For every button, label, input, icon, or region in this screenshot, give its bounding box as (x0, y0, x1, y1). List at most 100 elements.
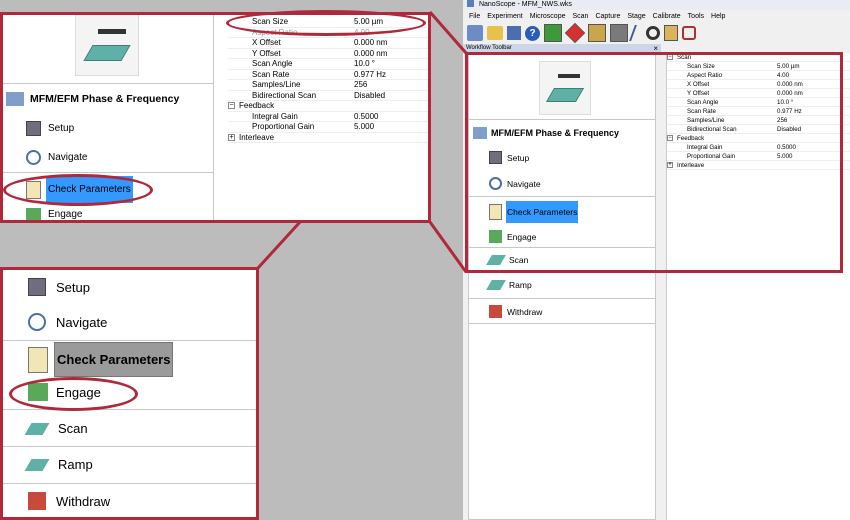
workflow-item-check-parameters[interactable]: Check Parameters (489, 201, 579, 223)
zoom2-workflow-item-navigate[interactable]: Navigate (28, 313, 107, 331)
zoom2-workflow-item-ramp[interactable]: Ramp (24, 457, 93, 472)
menu-file[interactable]: File (469, 11, 480, 22)
feedback-group-label: Feedback (677, 135, 705, 142)
interleave-expand-icon[interactable]: + (667, 162, 673, 169)
zoom-workflow-item-setup[interactable]: Setup (26, 121, 74, 136)
zoom-samples-line-value[interactable]: 256 (352, 80, 428, 90)
workflow-item-withdraw[interactable]: Withdraw (489, 305, 542, 318)
zoom2-check-parameters-label: Check Parameters (54, 342, 174, 377)
zoom-compass-icon (26, 150, 41, 165)
menu-scan[interactable]: Scan (572, 11, 588, 22)
tools-icon[interactable] (682, 26, 696, 40)
zoom-integral-gain-value[interactable]: 0.5000 (352, 112, 428, 122)
zoom-y-offset-value[interactable]: 0.000 nm (352, 49, 428, 59)
menu-capture[interactable]: Capture (595, 11, 620, 22)
zoom2-withdraw-label: Withdraw (56, 493, 111, 509)
workflow-toolbar-title: Workflow Toolbar (466, 45, 512, 51)
zoom2-workflow-item-withdraw[interactable]: Withdraw (28, 492, 110, 510)
zoom2-scan-icon (24, 422, 50, 435)
workflow-item-engage[interactable]: Engage (489, 230, 536, 243)
probe-icon[interactable] (629, 25, 645, 41)
menu-bar: File Experiment Microscope Scan Capture … (463, 11, 850, 22)
calibrate-icon[interactable] (664, 25, 678, 41)
proportional-gain-value[interactable]: 5.000 (775, 152, 850, 160)
samples-line-value[interactable]: 256 (775, 116, 850, 124)
menu-tools[interactable]: Tools (688, 11, 704, 22)
zoom2-workflow-item-setup[interactable]: Setup (28, 278, 90, 296)
scan-size-label: Scan Size (687, 63, 715, 70)
workflow-title-text: MFM/EFM Phase & Frequency (491, 128, 620, 138)
zoom-interleave-group-label: Interleave (239, 132, 275, 142)
zoom2-setup-icon (28, 278, 46, 296)
zoom-scan-rate-label: Scan Rate (252, 69, 290, 79)
workflow-item-scan[interactable]: Scan (486, 255, 529, 265)
zoom-proportional-gain-value[interactable]: 5.000 (352, 122, 428, 132)
zoom-workflow-item-navigate[interactable]: Navigate (26, 150, 87, 165)
aspect-ratio-label: Aspect Ratio (687, 72, 723, 79)
zoom-workflow-item-engage[interactable]: Engage (26, 208, 82, 221)
zoom2-workflow-item-scan[interactable]: Scan (24, 421, 88, 436)
zoom-x-offset-value[interactable]: 0.000 nm (352, 38, 428, 48)
menu-stage[interactable]: Stage (627, 11, 645, 22)
scan-size-value[interactable]: 5.00 µm (775, 62, 850, 70)
save-icon[interactable] (507, 26, 521, 40)
zoom-engage-label: Engage (48, 209, 83, 220)
zoom-bidirectional-label: Bidirectional Scan (252, 90, 317, 100)
engage-toolbar-icon[interactable] (544, 24, 562, 42)
target-icon[interactable] (646, 26, 660, 40)
withdraw-toolbar-icon[interactable] (564, 22, 586, 44)
integral-gain-value[interactable]: 0.5000 (775, 143, 850, 151)
capture-icon[interactable] (610, 24, 628, 42)
workflow-title: MFM/EFM Phase & Frequency (473, 127, 619, 139)
zoom-workflow-title-text: MFM/EFM Phase & Frequency (30, 93, 180, 105)
mfm-icon (473, 127, 487, 139)
zoom-scan-size-value[interactable]: 5.00 µm (352, 17, 428, 27)
zoom2-workflow-item-check-parameters[interactable]: Check Parameters (28, 342, 174, 377)
bidirectional-value[interactable]: Disabled (775, 125, 850, 133)
menu-help[interactable]: Help (711, 11, 725, 22)
zoom-parameter-grid: Scan Size 5.00 µm Aspect Ratio 4.00 X Offs… (228, 17, 428, 222)
setup-label: Setup (507, 152, 530, 163)
window-title: NanoScope - MFM_NWS.wks (478, 1, 572, 8)
zoom2-checklist-icon (28, 346, 48, 373)
feedback-collapse-icon[interactable]: − (667, 135, 673, 142)
zoom-setup-icon (26, 121, 41, 136)
zoom-samples-line-label: Samples/Line (252, 80, 301, 89)
compass-icon (489, 177, 502, 190)
zoom-bidirectional-value[interactable]: Disabled (352, 91, 428, 101)
workflow-item-ramp[interactable]: Ramp (486, 280, 532, 290)
zoom-setup-label: Setup (48, 123, 75, 134)
zoom-aspect-ratio-label: Aspect Ratio (252, 27, 298, 37)
menu-microscope[interactable]: Microscope (530, 11, 566, 22)
workflow-toolbar-close-button[interactable]: × (653, 44, 658, 53)
engage-label: Engage (507, 231, 537, 242)
help-icon[interactable]: ? (525, 25, 540, 41)
scan-label: Scan (509, 255, 529, 265)
scan-angle-value[interactable]: 10.0 ° (775, 98, 850, 106)
workflow-item-navigate[interactable]: Navigate (489, 177, 541, 190)
scan-rate-value[interactable]: 0.977 Hz (775, 107, 850, 115)
y-offset-value[interactable]: 0.000 nm (775, 89, 850, 97)
open-folder-icon[interactable] (487, 26, 503, 40)
microscope-icon[interactable] (467, 25, 483, 41)
zoom-scan-size-label: Scan Size (252, 17, 289, 26)
zoom-mfm-icon (6, 92, 24, 106)
zoom2-engage-label: Engage (56, 384, 101, 400)
x-offset-value[interactable]: 0.000 nm (775, 80, 850, 88)
workflow-item-setup[interactable]: Setup (489, 151, 529, 164)
stage-icon[interactable] (588, 24, 606, 42)
zoom-feedback-collapse-icon[interactable]: − (228, 102, 235, 110)
zoom-workflow-item-check-parameters[interactable]: Check Parameters (26, 176, 133, 203)
zoom-scan-angle-value[interactable]: 10.0 ° (352, 59, 428, 69)
menu-calibrate[interactable]: Calibrate (653, 11, 681, 22)
zoom-scan-rate-value[interactable]: 0.977 Hz (352, 70, 428, 80)
zoom-aspect-ratio-value[interactable]: 4.00 (352, 28, 428, 38)
menu-experiment[interactable]: Experiment (487, 11, 522, 22)
scan-collapse-icon[interactable]: − (667, 54, 673, 61)
withdraw-icon (489, 305, 502, 318)
aspect-ratio-value[interactable]: 4.00 (775, 71, 850, 79)
ramp-label: Ramp (509, 280, 532, 290)
zoom-interleave-expand-icon[interactable]: + (228, 133, 235, 141)
zoom2-workflow-item-engage[interactable]: Engage (28, 383, 101, 401)
integral-gain-label: Integral Gain (687, 144, 723, 151)
